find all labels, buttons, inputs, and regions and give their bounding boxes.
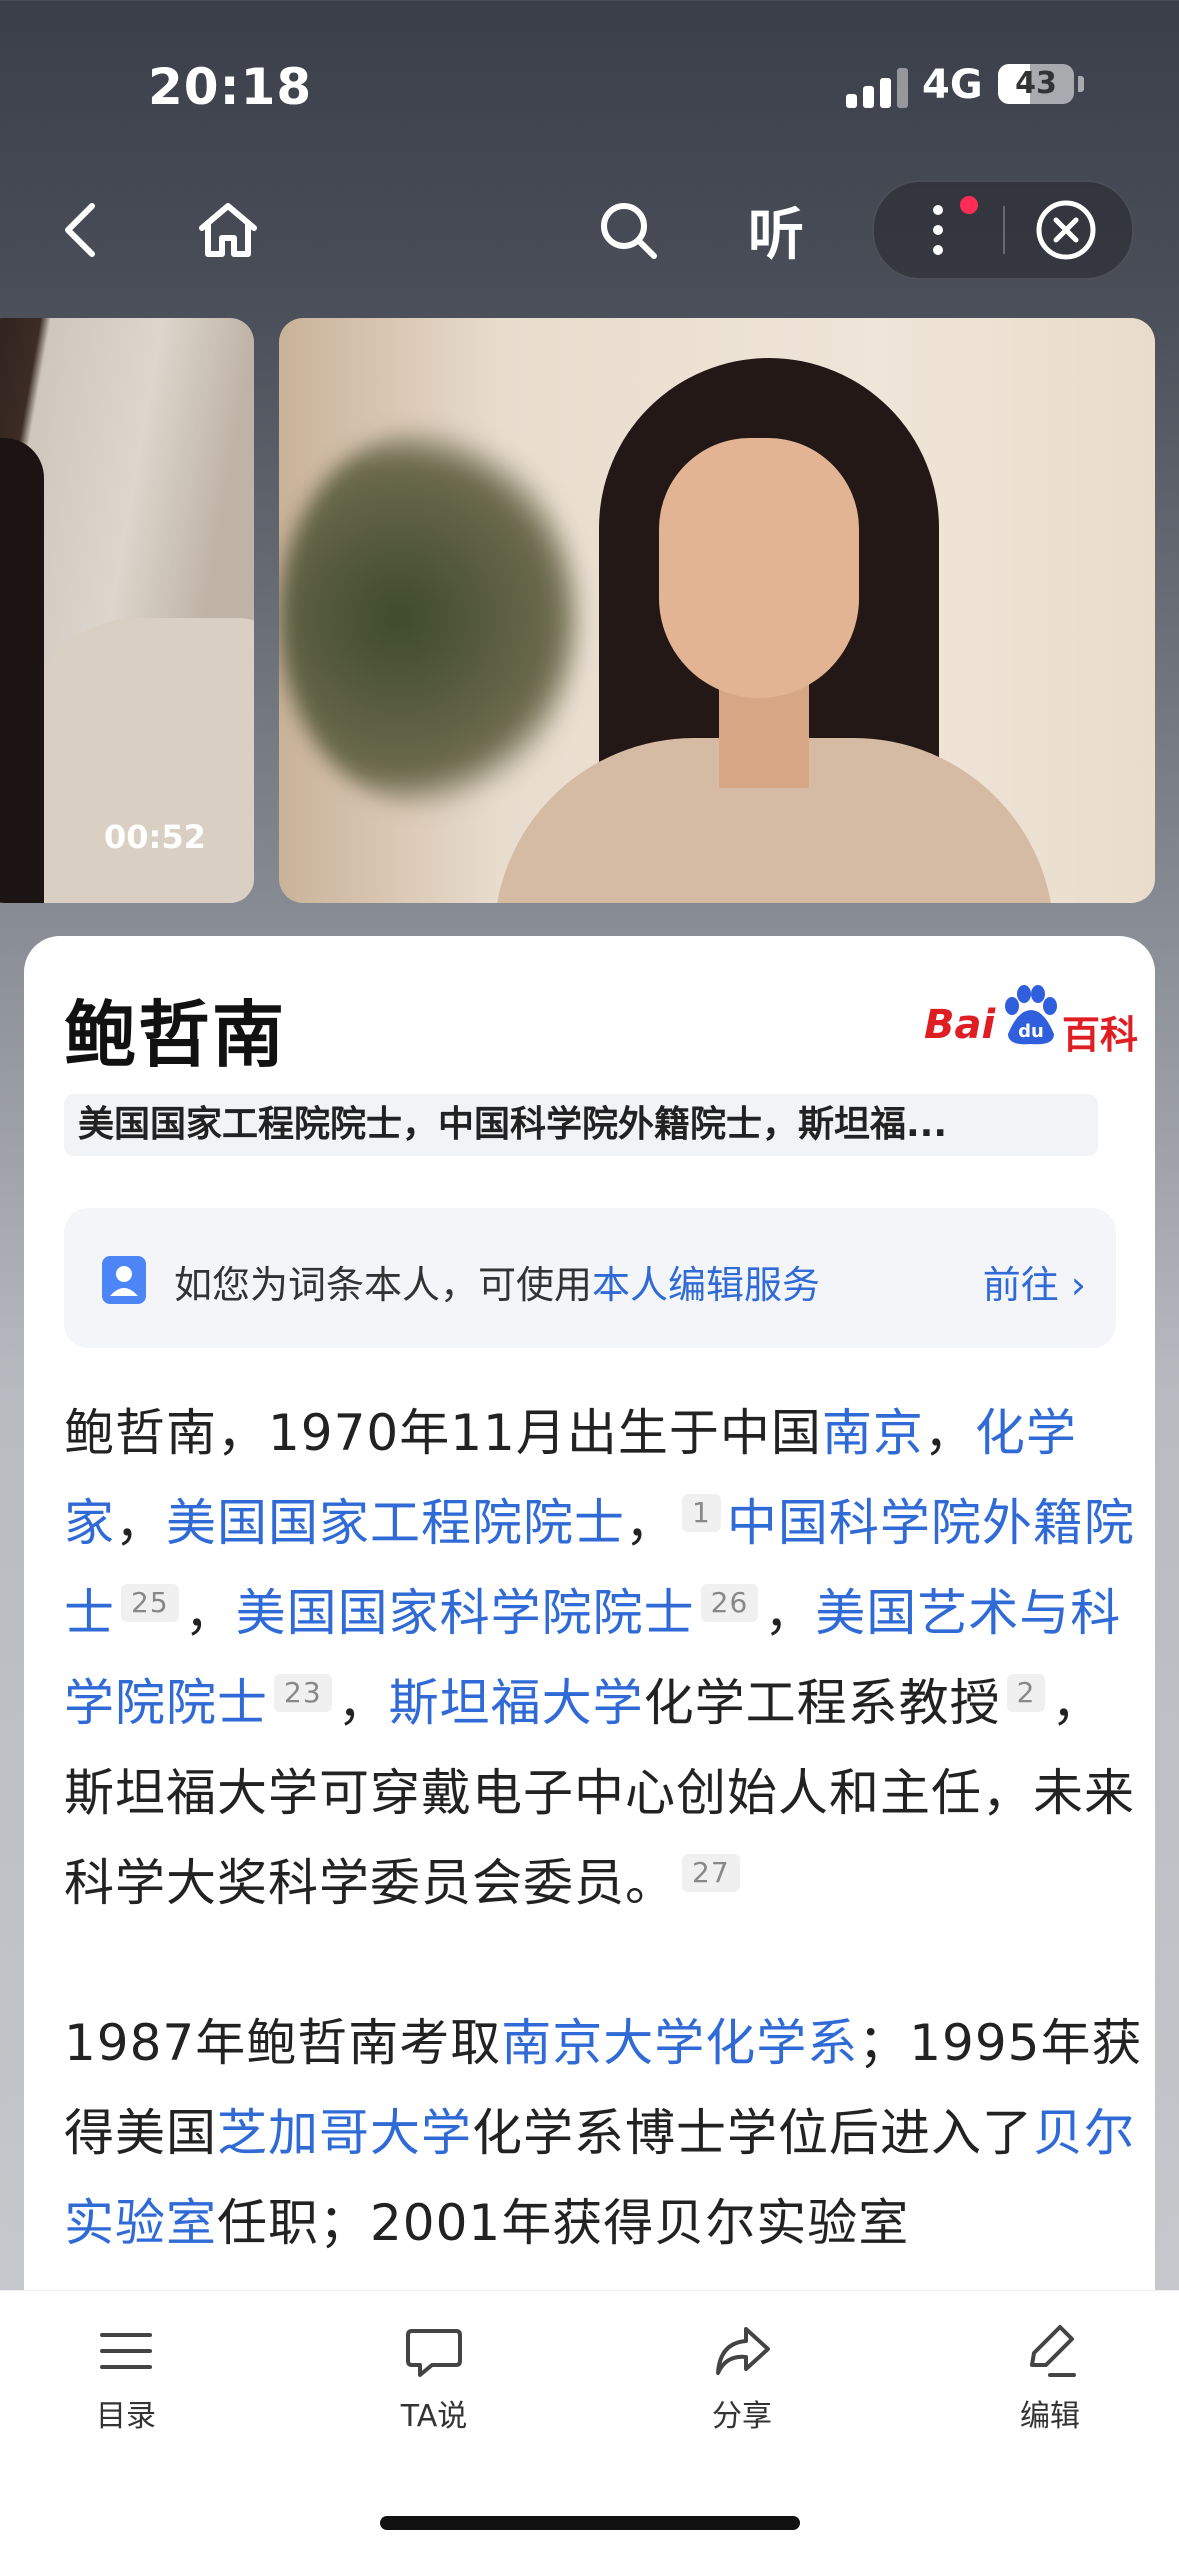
edit-label: 编辑 [1020,2399,1080,2434]
reference-marker[interactable]: 26 [700,1584,759,1623]
status-time: 20:18 [148,58,313,116]
share-button[interactable]: 分享 [652,2321,832,2451]
more-dots-icon [933,205,943,255]
reference-marker[interactable]: 1 [682,1494,721,1533]
link-uchicago[interactable]: 芝加哥大学 [217,2104,472,2162]
search-icon [601,203,657,259]
link-nas[interactable]: 美国国家科学院院士 [236,1584,695,1642]
reference-marker[interactable]: 25 [121,1584,179,1623]
link-nanjing[interactable]: 南京 [822,1404,924,1462]
status-bar: 20:18 4G 43 [0,0,1179,170]
toc-label: 目录 [96,2399,156,2434]
miniprogram-capsule [872,180,1134,280]
home-icon [199,203,257,257]
media-gallery: 00:52 [0,318,1179,903]
toc-button[interactable]: 目录 [36,2321,216,2451]
entry-title: 鲍哲南 [64,993,287,1077]
ta-says-button[interactable]: TA说 [344,2321,524,2451]
user-profile-icon [102,1256,146,1304]
intro-paragraph: 鲍哲南，1970年11月出生于中国南京，化学家，美国国家工程院院士， 1 中国科学院… [64,1404,1135,1912]
reference-marker[interactable]: 27 [682,1854,740,1893]
notice-text: 如您为词条本人，可使用本人编辑服务 [174,1263,821,1307]
battery-icon: 43 [998,64,1074,104]
notice-go-link[interactable]: 前往 › [983,1254,1086,1309]
search-button[interactable] [588,190,668,270]
video-thumbnail[interactable]: 00:52 [0,318,254,903]
network-type: 4G [922,62,983,108]
home-indicator [380,2516,800,2530]
close-button[interactable] [1026,192,1106,268]
svg-text:du: du [1018,1021,1044,1042]
battery-level: 43 [1015,66,1057,101]
baidu-baike-logo: Bai du 百科 [924,984,1144,1064]
back-button[interactable] [40,190,120,270]
notification-dot [960,196,978,214]
self-edit-service-link[interactable]: 本人编辑服务 [592,1263,820,1307]
ta-says-label: TA说 [400,2399,468,2434]
reference-marker[interactable]: 23 [274,1674,332,1713]
listen-button[interactable]: 听 [736,190,816,270]
link-nae[interactable]: 美国国家工程院院士 [166,1494,625,1552]
link-stanford[interactable]: 斯坦福大学 [389,1674,644,1732]
home-button[interactable] [188,190,268,270]
education-paragraph: 1987年鲍哲南考取南京大学化学系；1995年获得美国芝加哥大学化学系博士学位后… [64,2014,1143,2252]
video-duration: 00:52 [104,818,206,856]
reference-marker[interactable]: 2 [1006,1674,1046,1713]
edit-button[interactable]: 编辑 [960,2321,1140,2451]
edit-pencil-icon [1030,2325,1076,2377]
signal-strength-icon [846,66,908,108]
self-edit-notice[interactable]: 如您为词条本人，可使用本人编辑服务 前往 › [64,1208,1116,1348]
share-arrow-icon [716,2327,770,2375]
baidu-paw-icon: du [1005,985,1057,1045]
back-arrow-icon [65,203,95,257]
top-navigation: 听 [0,170,1179,290]
portrait-photo[interactable] [279,318,1155,903]
link-nju-chem[interactable]: 南京大学化学系 [501,2014,858,2072]
close-circle-icon [1036,200,1096,260]
menu-list-icon [100,2333,152,2369]
chat-bubble-icon [406,2329,462,2377]
share-label: 分享 [712,2399,772,2434]
entry-subtitle[interactable]: 美国国家工程院院士，中国科学院外籍院士，斯坦福... [64,1094,1098,1156]
